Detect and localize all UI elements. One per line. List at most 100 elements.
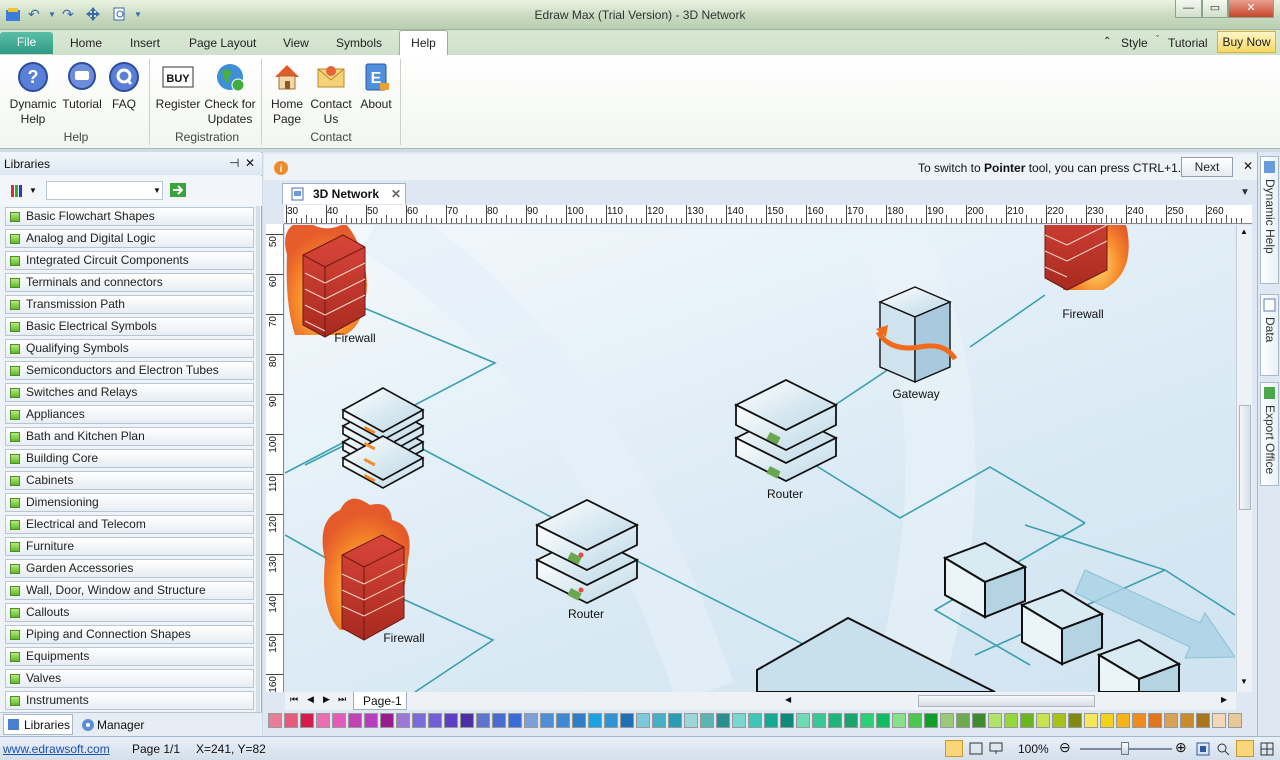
- color-swatch[interactable]: [892, 713, 906, 728]
- tab-libraries[interactable]: Libraries: [3, 714, 73, 735]
- color-swatch[interactable]: [940, 713, 954, 728]
- color-swatch[interactable]: [572, 713, 586, 728]
- color-swatch[interactable]: [1052, 713, 1066, 728]
- library-item[interactable]: Garden Accessories: [5, 559, 254, 578]
- next-button[interactable]: Next: [1181, 157, 1233, 177]
- gateway[interactable]: [875, 286, 958, 384]
- zoom-level[interactable]: 100%: [1018, 742, 1049, 756]
- tutorial-button[interactable]: Tutorial: [60, 61, 104, 112]
- library-item[interactable]: Semiconductors and Electron Tubes: [5, 361, 254, 380]
- library-search-input[interactable]: ▼: [46, 181, 163, 200]
- library-item[interactable]: Equipments: [5, 647, 254, 666]
- server-stack[interactable]: [341, 387, 425, 489]
- color-swatch[interactable]: [444, 713, 458, 728]
- library-item[interactable]: Valves: [5, 669, 254, 688]
- close-icon[interactable]: ✕: [245, 156, 255, 170]
- library-item[interactable]: Transmission Path: [5, 295, 254, 314]
- library-item[interactable]: Instruments: [5, 691, 254, 710]
- view-presentation-icon[interactable]: [989, 742, 1003, 755]
- color-swatch[interactable]: [732, 713, 746, 728]
- home-page-button[interactable]: Home Page: [266, 61, 308, 127]
- color-swatch[interactable]: [332, 713, 346, 728]
- color-swatch[interactable]: [828, 713, 842, 728]
- color-swatch[interactable]: [540, 713, 554, 728]
- color-swatch[interactable]: [460, 713, 474, 728]
- library-item[interactable]: Integrated Circuit Components: [5, 251, 254, 270]
- zoom-out-icon[interactable]: ⊖: [1059, 739, 1071, 756]
- maximize-button[interactable]: ▭: [1202, 0, 1228, 18]
- scroll-left-icon[interactable]: ◀: [785, 695, 791, 704]
- fit-page-icon[interactable]: [1196, 742, 1210, 756]
- color-swatch[interactable]: [668, 713, 682, 728]
- color-swatch[interactable]: [476, 713, 490, 728]
- tab-symbols[interactable]: Symbols: [336, 36, 382, 56]
- dynamic-help-button[interactable]: ? Dynamic Help: [6, 61, 60, 127]
- dock-tab-data[interactable]: Data: [1260, 294, 1279, 376]
- color-swatch[interactable]: [812, 713, 826, 728]
- color-swatch[interactable]: [860, 713, 874, 728]
- view-fullpage-icon[interactable]: [969, 742, 983, 755]
- tab-manager[interactable]: Manager: [97, 718, 144, 732]
- document-tab[interactable]: 3D Network ✕: [282, 183, 406, 204]
- vertical-scrollbar[interactable]: ▲ ▼: [1236, 225, 1252, 692]
- color-swatch[interactable]: [1084, 713, 1098, 728]
- scroll-right-icon[interactable]: ▶: [1221, 695, 1227, 704]
- color-swatch[interactable]: [316, 713, 330, 728]
- grid-toggle-button[interactable]: [1236, 740, 1254, 757]
- vertical-scroll-thumb[interactable]: [1239, 405, 1251, 510]
- library-menu-icon[interactable]: [11, 184, 25, 198]
- go-arrow-icon[interactable]: [170, 183, 186, 197]
- color-swatch[interactable]: [284, 713, 298, 728]
- library-item[interactable]: Electrical and Telecom: [5, 515, 254, 534]
- zoom-tool-icon[interactable]: [1216, 742, 1230, 756]
- color-swatch[interactable]: [972, 713, 986, 728]
- tab-help[interactable]: Help: [399, 30, 448, 56]
- drawing-canvas[interactable]: Firewall Firewall Router Router Gateway …: [285, 225, 1235, 692]
- color-swatch[interactable]: [1228, 713, 1242, 728]
- style-menu[interactable]: Style: [1121, 36, 1148, 50]
- check-updates-button[interactable]: Check for Updates: [202, 61, 258, 127]
- color-swatch[interactable]: [1036, 713, 1050, 728]
- tab-list-dropdown-icon[interactable]: ▼: [1240, 187, 1250, 198]
- color-swatch[interactable]: [1004, 713, 1018, 728]
- color-swatch[interactable]: [428, 713, 442, 728]
- library-item[interactable]: Terminals and connectors: [5, 273, 254, 292]
- tab-home[interactable]: Home: [70, 36, 102, 56]
- view-normal-button[interactable]: [945, 740, 963, 757]
- color-swatch[interactable]: [844, 713, 858, 728]
- dock-tab-export-office[interactable]: Export Office: [1260, 382, 1279, 486]
- color-swatch[interactable]: [1100, 713, 1114, 728]
- color-swatch[interactable]: [652, 713, 666, 728]
- color-swatch[interactable]: [988, 713, 1002, 728]
- color-swatch[interactable]: [924, 713, 938, 728]
- library-item[interactable]: Piping and Connection Shapes: [5, 625, 254, 644]
- page-tab[interactable]: Page-1: [353, 692, 407, 710]
- website-link[interactable]: www.edrawsoft.com: [3, 742, 110, 756]
- color-swatch[interactable]: [684, 713, 698, 728]
- color-swatch[interactable]: [780, 713, 794, 728]
- color-swatch[interactable]: [1148, 713, 1162, 728]
- faq-button[interactable]: FAQ: [106, 61, 142, 112]
- library-menu-dropdown-icon[interactable]: ▼: [29, 186, 37, 195]
- color-swatch[interactable]: [796, 713, 810, 728]
- tutorial-menu[interactable]: Tutorial: [1168, 36, 1208, 50]
- color-swatch[interactable]: [412, 713, 426, 728]
- tab-view[interactable]: View: [283, 36, 309, 56]
- color-swatch[interactable]: [956, 713, 970, 728]
- firewall-bottom-left[interactable]: [322, 498, 410, 641]
- color-swatch[interactable]: [348, 713, 362, 728]
- firewall-top-left[interactable]: [285, 225, 367, 338]
- library-item[interactable]: Basic Flowchart Shapes: [5, 207, 254, 226]
- library-item[interactable]: Dimensioning: [5, 493, 254, 512]
- color-swatch[interactable]: [1164, 713, 1178, 728]
- pin-icon[interactable]: ⊣: [229, 156, 239, 170]
- last-page-icon[interactable]: ⏭: [338, 694, 346, 705]
- library-item[interactable]: Basic Electrical Symbols: [5, 317, 254, 336]
- color-swatch[interactable]: [700, 713, 714, 728]
- horizontal-scroll-thumb[interactable]: [918, 695, 1095, 707]
- firewall-top-right[interactable]: [1044, 225, 1129, 291]
- color-swatch[interactable]: [636, 713, 650, 728]
- router-right[interactable]: [733, 378, 839, 483]
- buy-now-button[interactable]: Buy Now: [1217, 31, 1276, 53]
- chevron-down-icon[interactable]: ▼: [153, 186, 161, 195]
